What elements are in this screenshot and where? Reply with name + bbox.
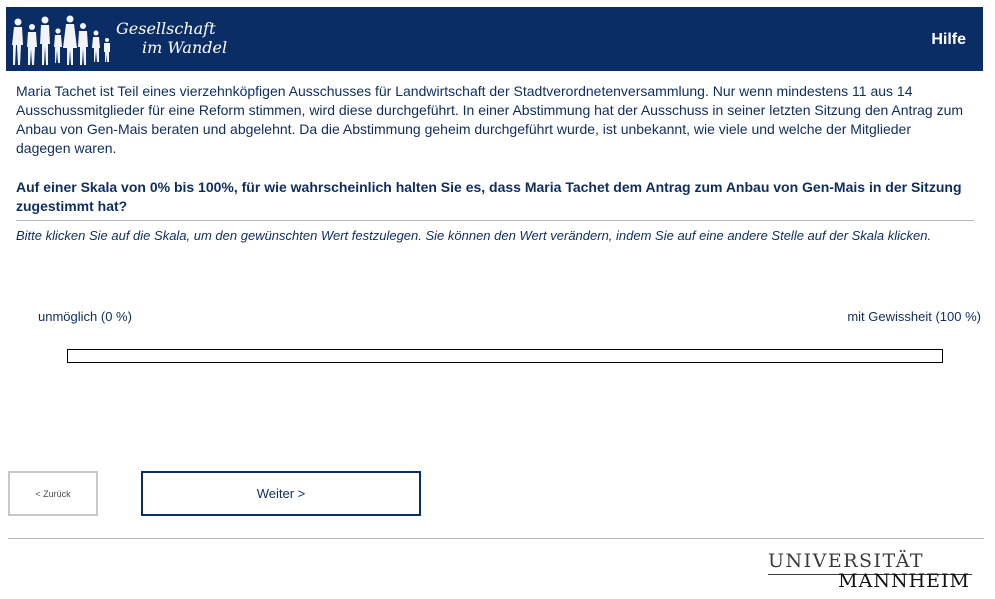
- header-bar: Gesellschaft im Wandel Hilfe: [6, 7, 983, 71]
- next-button[interactable]: Weiter >: [141, 471, 421, 516]
- university-logo-line-2: MANNHEIM: [838, 570, 970, 592]
- university-logo: UNIVERSITÄT MANNHEIM: [768, 550, 972, 592]
- project-logo: Gesellschaft im Wandel: [6, 7, 246, 71]
- logo-line-2: im Wandel: [142, 38, 228, 57]
- scale-max-label: mit Gewissheit (100 %): [847, 309, 981, 324]
- people-silhouettes-icon: [12, 15, 110, 65]
- help-link[interactable]: Hilfe: [931, 31, 966, 49]
- intro-text: Maria Tachet ist Teil eines vierzehnköpf…: [16, 83, 964, 156]
- logo-line-1: Gesellschaft: [116, 19, 216, 38]
- question-text: Auf einer Skala von 0% bis 100%, für wie…: [16, 179, 962, 214]
- footer-divider: [8, 538, 984, 539]
- scale-min-label: unmöglich (0 %): [38, 309, 132, 324]
- university-logo-line-1: UNIVERSITÄT: [768, 550, 925, 572]
- project-logo-text: Gesellschaft im Wandel: [116, 19, 227, 57]
- probability-scale[interactable]: [67, 349, 943, 363]
- divider: [16, 220, 974, 221]
- back-button[interactable]: < Zurück: [8, 471, 98, 516]
- instruction-text: Bitte klicken Sie auf die Skala, um den …: [16, 228, 932, 243]
